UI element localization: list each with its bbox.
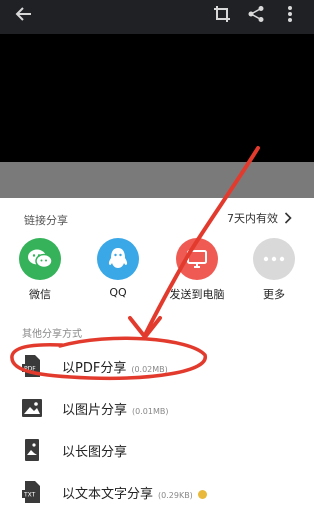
other-share-title: 其他分享方式	[22, 329, 82, 340]
app-label: 发送到电脑	[169, 288, 225, 301]
svg-text:TXT: TXT	[23, 492, 36, 499]
crop-button[interactable]	[210, 2, 234, 26]
qq-icon	[97, 238, 139, 280]
document-preview	[0, 34, 314, 162]
chevron-right-icon	[284, 212, 292, 224]
monitor-icon	[176, 238, 218, 280]
svg-text:PDF: PDF	[24, 366, 36, 373]
option-size: (0.29KB)	[158, 491, 193, 500]
share-as-image-option[interactable]: 以图片分享 (0.01MB)	[0, 390, 314, 426]
txt-icon: TXT	[22, 481, 40, 503]
app-label: 更多	[263, 288, 285, 301]
link-share-title: 链接分享	[24, 214, 68, 227]
share-button[interactable]	[244, 2, 268, 26]
more-options-button[interactable]	[280, 2, 300, 26]
crop-icon	[214, 6, 230, 22]
image-icon	[22, 399, 42, 417]
wechat-icon	[19, 238, 61, 280]
arrow-left-icon	[15, 7, 31, 21]
share-icon	[248, 6, 264, 22]
option-label: 以PDF分享	[62, 361, 127, 376]
option-size: (0.01MB)	[132, 407, 169, 416]
option-label-row: 以PDF分享 (0.02MB)	[62, 357, 168, 376]
option-label: 以图片分享	[62, 403, 128, 418]
share-as-long-image-option[interactable]: 以长图分享	[0, 432, 314, 468]
share-wechat[interactable]: 微信	[5, 238, 75, 302]
long-image-icon	[25, 439, 39, 461]
share-qq[interactable]: QQ	[83, 238, 153, 299]
validity-label: 7天内有效	[227, 212, 278, 225]
option-label-row: 以长图分享	[62, 441, 127, 460]
app-label: 微信	[29, 288, 51, 301]
top-toolbar	[0, 0, 314, 34]
option-label-row: 以图片分享 (0.01MB)	[62, 399, 168, 418]
more-vertical-icon	[288, 6, 292, 22]
option-size: (0.02MB)	[131, 365, 168, 374]
share-app-row: 微信 QQ 发送到电脑 更多	[0, 238, 314, 302]
option-label-row: 以文本文字分享 (0.29KB)	[62, 483, 207, 502]
pdf-icon: PDF	[22, 355, 40, 377]
option-label: 以文本文字分享	[62, 487, 154, 502]
share-sheet: 链接分享 7天内有效 微信 QQ 发送到电脑 更多 其他分享方式 PDF 以PD…	[0, 198, 314, 511]
app-label: QQ	[109, 286, 127, 299]
share-as-pdf-option[interactable]: PDF 以PDF分享 (0.02MB)	[0, 348, 314, 384]
option-label: 以长图分享	[62, 445, 128, 460]
more-horizontal-icon	[253, 238, 295, 280]
share-as-text-option[interactable]: TXT 以文本文字分享 (0.29KB)	[0, 474, 314, 510]
share-more[interactable]: 更多	[239, 238, 309, 302]
dim-overlay[interactable]	[0, 162, 314, 198]
validity-selector[interactable]: 7天内有效	[227, 210, 292, 226]
vip-badge-icon	[197, 490, 207, 499]
back-button[interactable]	[12, 2, 36, 26]
share-send-to-pc[interactable]: 发送到电脑	[162, 238, 232, 302]
